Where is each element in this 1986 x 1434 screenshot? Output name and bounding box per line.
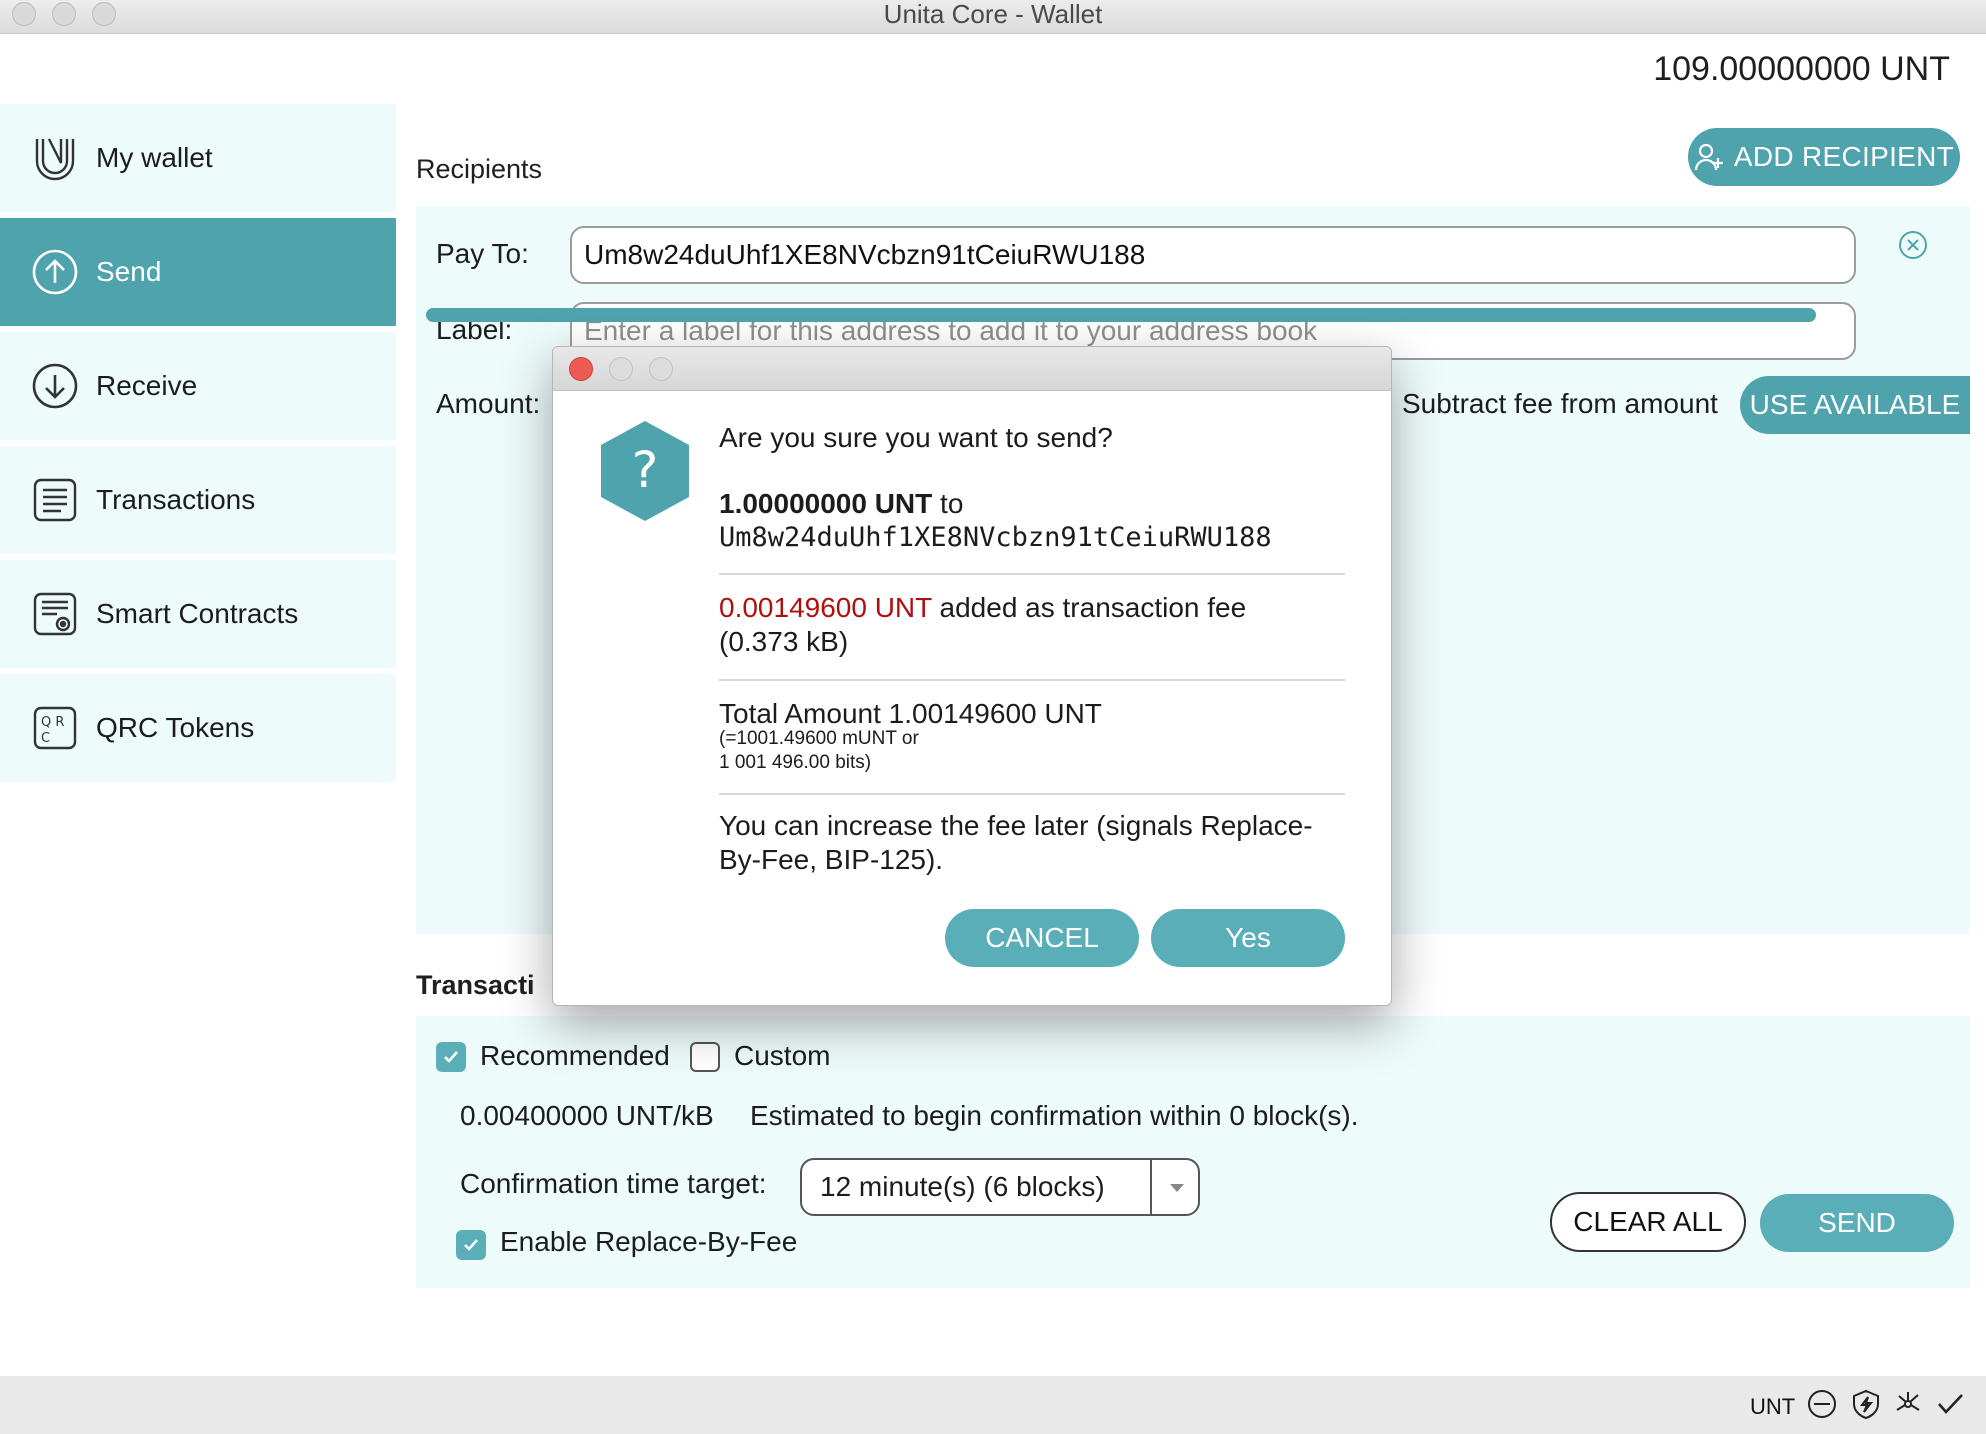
use-available-button[interactable]: USE AVAILABLE xyxy=(1740,376,1970,434)
sidebar-item-receive[interactable]: Receive xyxy=(0,332,396,440)
select-divider xyxy=(1150,1160,1152,1214)
amount-label: Amount: xyxy=(436,388,541,419)
window-title: Unita Core - Wallet xyxy=(883,0,1103,29)
transactions-list-icon xyxy=(30,475,80,525)
sidebar-item-qrc-tokens[interactable]: Q R C QRC Tokens xyxy=(0,674,396,782)
yes-button[interactable]: Yes xyxy=(1151,909,1345,967)
replace-by-fee-label[interactable]: Enable Replace-By-Fee xyxy=(500,1226,797,1258)
sidebar-item-label: Send xyxy=(96,256,162,287)
sidebar-item-label: Smart Contracts xyxy=(96,598,299,629)
sidebar: My wallet Send Receive Transactions Smar… xyxy=(0,104,396,788)
dialog-total-munt: (=1001.49600 mUNT or xyxy=(719,728,919,749)
question-icon: ? xyxy=(601,421,689,521)
sidebar-item-my-wallet[interactable]: My wallet xyxy=(0,104,396,212)
dialog-amount: 1.00000000 UNT xyxy=(719,488,933,519)
svg-text:Q R: Q R xyxy=(41,715,64,730)
dialog-separator xyxy=(719,679,1345,681)
fee-rate: 0.00400000 UNT/kB xyxy=(460,1100,714,1131)
replace-by-fee-checkbox[interactable] xyxy=(456,1230,486,1260)
title-bar: Unita Core - Wallet xyxy=(0,0,1986,34)
pay-to-label: Pay To: xyxy=(436,238,529,269)
dialog-close-button[interactable] xyxy=(569,357,593,381)
dialog-rbf-line-1: You can increase the fee later (signals … xyxy=(719,810,1313,841)
dialog-question: Are you sure you want to send? xyxy=(719,422,1113,453)
svg-text:C: C xyxy=(41,731,50,746)
send-button[interactable]: SEND xyxy=(1760,1194,1954,1252)
smart-contracts-icon xyxy=(30,589,80,639)
transaction-fee-title: Transacti xyxy=(416,970,535,1000)
dialog-fee-line: 0.00149600 UNT added as transaction fee xyxy=(719,591,1246,624)
recipients-title: Recipients xyxy=(416,154,543,184)
horizontal-scrollbar[interactable] xyxy=(426,308,1816,322)
staking-shield-icon xyxy=(1853,1389,1879,1420)
clear-all-button[interactable]: CLEAR ALL xyxy=(1550,1192,1746,1252)
hd-wallet-icon xyxy=(1808,1390,1836,1418)
sidebar-item-label: Transactions xyxy=(96,484,256,515)
sidebar-item-send[interactable]: Send xyxy=(0,218,396,326)
dialog-total-bits: 1 001 496.00 bits) xyxy=(719,752,872,773)
subtract-fee-label[interactable]: Subtract fee from amount xyxy=(1402,388,1718,420)
dialog-amount-line: 1.00000000 UNT to xyxy=(719,487,963,520)
pay-to-input[interactable]: Um8w24duUhf1XE8NVcbzn91tCeiuRWU188 xyxy=(570,226,1856,284)
dialog-total: Total Amount 1.00149600 UNT xyxy=(719,698,1102,729)
qrc-tokens-icon: Q R C xyxy=(30,703,80,753)
wallet-icon xyxy=(30,133,80,183)
dialog-title-bar xyxy=(553,347,1391,391)
synced-check-icon xyxy=(1938,1394,1963,1414)
chevron-down-icon xyxy=(1170,1184,1184,1192)
remove-recipient-icon[interactable] xyxy=(1898,230,1928,260)
sidebar-item-smart-contracts[interactable]: Smart Contracts xyxy=(0,560,396,668)
dialog-separator xyxy=(719,793,1345,795)
add-user-icon xyxy=(1694,143,1723,171)
dialog-fee-amount: 0.00149600 UNT xyxy=(719,592,932,623)
dialog-separator xyxy=(719,573,1345,575)
dialog-minimize-button xyxy=(609,357,633,381)
dialog-rbf-line-2: By-Fee, BIP-125). xyxy=(719,844,944,875)
recommended-checkbox[interactable] xyxy=(436,1042,466,1072)
send-arrow-icon xyxy=(30,247,80,297)
dialog-to-word: to xyxy=(940,488,964,519)
cancel-button[interactable]: CANCEL xyxy=(945,909,1139,967)
add-recipient-button[interactable]: ADD RECIPIENT xyxy=(1688,128,1960,186)
recommended-label[interactable]: Recommended xyxy=(480,1040,670,1072)
sidebar-item-label: Receive xyxy=(96,370,198,401)
confirmation-target-label: Confirmation time target: xyxy=(460,1168,767,1199)
custom-label[interactable]: Custom xyxy=(734,1040,830,1072)
dialog-zoom-button xyxy=(649,357,673,381)
sidebar-item-transactions[interactable]: Transactions xyxy=(0,446,396,554)
dialog-address: Um8w24duUhf1XE8NVcbzn91tCeiuRWU188 xyxy=(719,522,1272,553)
sidebar-item-label: QRC Tokens xyxy=(96,712,255,743)
receive-arrow-icon xyxy=(30,361,80,411)
wallet-balance: 109.00000000 UNT xyxy=(1653,50,1950,88)
status-bar: UNT xyxy=(0,1376,1986,1434)
custom-checkbox[interactable] xyxy=(690,1042,720,1072)
display-unit[interactable]: UNT xyxy=(1750,1394,1795,1420)
confirm-send-dialog: ? Are you sure you want to send? 1.00000… xyxy=(552,346,1392,1006)
svg-text:?: ? xyxy=(632,441,659,499)
dialog-fee-size: (0.373 kB) xyxy=(719,626,849,657)
wallet-window: Unita Core - Wallet 109.00000000 UNT My … xyxy=(0,0,1986,1434)
network-connections-icon xyxy=(1896,1392,1920,1411)
confirmation-target-select[interactable]: 12 minute(s) (6 blocks) xyxy=(800,1158,1200,1216)
dialog-fee-text: added as transaction fee xyxy=(939,592,1247,623)
sidebar-item-label: My wallet xyxy=(96,142,213,173)
fee-estimate: Estimated to begin confirmation within 0… xyxy=(750,1100,1359,1131)
confirmation-target-value: 12 minute(s) (6 blocks) xyxy=(820,1171,1105,1202)
add-recipient-label: ADD RECIPIENT xyxy=(1733,141,1955,172)
